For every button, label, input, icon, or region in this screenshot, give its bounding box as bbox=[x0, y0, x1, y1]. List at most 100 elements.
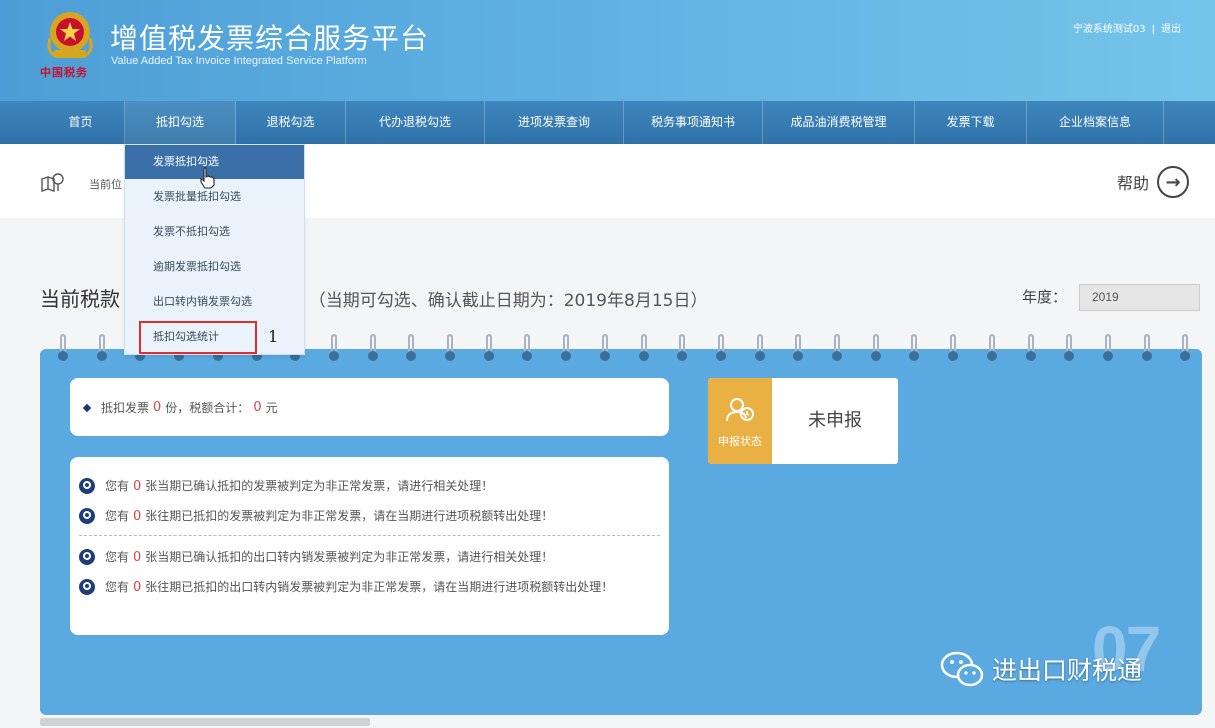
alert-row: 您有 0 张当期已确认抵扣的发票被判定为非正常发票，请进行相关处理！ bbox=[79, 477, 654, 496]
declaration-status-card: 申报状态 未申报 bbox=[708, 378, 898, 464]
main-nav: 首页 抵扣勾选 退税勾选 代办退税勾选 进项发票查询 税务事项通知书 成品油消费… bbox=[0, 101, 1215, 144]
year-label: 年度： bbox=[1022, 288, 1068, 306]
arrow-right-circle-icon: → bbox=[1157, 166, 1189, 198]
nav-home[interactable]: 首页 bbox=[37, 101, 125, 144]
username: 宁波系统测试03 bbox=[1072, 24, 1146, 35]
binder-ring bbox=[1180, 334, 1191, 362]
nav-tax-notice[interactable]: 税务事项通知书 bbox=[624, 101, 763, 144]
menu-overdue-deduction-select[interactable]: 逾期发票抵扣勾选 bbox=[125, 250, 304, 284]
user-bar: 宁波系统测试03 | 退出 bbox=[1073, 20, 1181, 35]
alert-icon bbox=[79, 579, 95, 595]
annotation-number: 1 bbox=[268, 327, 279, 346]
deduction-summary-card: 抵扣发票 0 份，税额合计： 0 元 bbox=[70, 378, 669, 436]
binder-ring bbox=[561, 334, 572, 362]
nav-agent-refund-select[interactable]: 代办退税勾选 bbox=[346, 101, 485, 144]
nav-company-profile[interactable]: 企业档案信息 bbox=[1027, 101, 1164, 144]
alert-count: 0 bbox=[133, 509, 142, 524]
app-header: 中国税务 增值税发票综合服务平台 Value Added Tax Invoice… bbox=[0, 0, 1215, 101]
alert-text: 您有 0 张往期已抵扣的发票被判定为非正常发票，请在当期进行进项税额转出处理！ bbox=[105, 507, 553, 526]
declaration-status: 未申报 bbox=[808, 410, 862, 431]
alert-text: 您有 0 张当期已确认抵扣的出口转内销发票被判定为非正常发票，请进行相关处理！ bbox=[105, 548, 553, 567]
binder-ring bbox=[638, 334, 649, 362]
summary-mid: 份，税额合计： bbox=[165, 401, 250, 415]
binder-ring bbox=[483, 334, 494, 362]
binder-ring bbox=[58, 334, 68, 362]
binder-ring bbox=[367, 334, 378, 362]
binder-ring bbox=[677, 334, 688, 362]
menu-export-to-domestic-select[interactable]: 出口转内销发票勾选 bbox=[125, 285, 304, 319]
bullet-diamond-icon bbox=[82, 403, 92, 412]
alert-icon bbox=[79, 549, 95, 565]
alert-row: 您有 0 张往期已抵扣的发票被判定为非正常发票，请在当期进行进项税额转出处理！ bbox=[79, 507, 654, 526]
watermark: 进出口财税通 bbox=[940, 650, 1142, 688]
status-badge: 申报状态 bbox=[708, 378, 772, 464]
alert-count: 0 bbox=[133, 479, 142, 494]
binder-ring bbox=[909, 334, 920, 362]
help-label: 帮助 bbox=[1116, 174, 1149, 193]
wechat-icon bbox=[940, 651, 984, 687]
location-map-icon bbox=[41, 173, 64, 192]
alert-count: 0 bbox=[133, 580, 142, 595]
binder-ring bbox=[793, 334, 804, 362]
tax-amount: 0 bbox=[253, 400, 262, 415]
status-badge-label: 申报状态 bbox=[718, 435, 762, 448]
alert-count: 0 bbox=[133, 550, 142, 565]
binder-ring bbox=[754, 334, 765, 362]
binder-ring bbox=[522, 334, 533, 362]
alert-text: 您有 0 张当期已确认抵扣的发票被判定为非正常发票，请进行相关处理！ bbox=[105, 477, 493, 496]
binder-ring bbox=[406, 334, 417, 362]
deduction-summary: 抵扣发票 0 份，税额合计： 0 元 bbox=[82, 399, 278, 416]
platform-title: 增值税发票综合服务平台 bbox=[110, 22, 430, 55]
nav-refund-select[interactable]: 退税勾选 bbox=[236, 101, 346, 144]
alert-prefix: 您有 bbox=[105, 509, 130, 523]
binder-ring bbox=[445, 334, 455, 362]
help-button[interactable]: 帮助 → bbox=[1117, 166, 1189, 198]
binder-ring bbox=[948, 334, 959, 362]
divider bbox=[79, 535, 660, 536]
brand-logo-text: 中国税务 bbox=[40, 66, 88, 79]
user-bar-separator: | bbox=[1151, 24, 1155, 35]
summary-unit: 元 bbox=[265, 401, 278, 415]
hand-cursor-icon bbox=[200, 167, 215, 189]
binder-ring bbox=[832, 334, 842, 362]
user-status-icon bbox=[726, 398, 754, 422]
alert-message: 张当期已确认抵扣的出口转内销发票被判定为非正常发票，请进行相关处理！ bbox=[145, 550, 554, 564]
nav-deduction-select[interactable]: 抵扣勾选 bbox=[125, 101, 236, 144]
alert-prefix: 您有 bbox=[105, 479, 130, 493]
annotation-highlight-box bbox=[139, 321, 257, 354]
alert-message: 张往期已抵扣的出口转内销发票被判定为非正常发票，请在当期进行进项税额转出处理！ bbox=[145, 580, 614, 594]
binder-ring bbox=[599, 334, 610, 362]
breadcrumb: 当前位 bbox=[89, 178, 122, 191]
logout-link[interactable]: 退出 bbox=[1161, 20, 1181, 35]
binder-ring bbox=[1064, 334, 1075, 362]
alert-row: 您有 0 张当期已确认抵扣的出口转内销发票被判定为非正常发票，请进行相关处理！ bbox=[79, 548, 654, 567]
binder-ring bbox=[1102, 334, 1113, 362]
nav-invoice-download[interactable]: 发票下载 bbox=[915, 101, 1027, 144]
binder-ring bbox=[1141, 334, 1152, 362]
watermark-text: 进出口财税通 bbox=[992, 656, 1143, 685]
alert-row: 您有 0 张往期已抵扣的出口转内销发票被判定为非正常发票，请在当期进行进项税额转出处… bbox=[79, 578, 654, 597]
alert-icon bbox=[79, 508, 95, 524]
horizontal-scrollbar[interactable] bbox=[40, 718, 370, 726]
summary-prefix: 抵扣发票 bbox=[101, 401, 150, 415]
alert-prefix: 您有 bbox=[105, 580, 130, 594]
period-prefix: 当前税款 bbox=[40, 287, 120, 311]
alert-message: 张当期已确认抵扣的发票被判定为非正常发票，请进行相关处理！ bbox=[145, 479, 494, 493]
alert-text: 您有 0 张往期已抵扣的出口转内销发票被判定为非正常发票，请在当期进行进项税额转出处… bbox=[105, 578, 613, 597]
alert-icon bbox=[79, 478, 95, 494]
binder-ring bbox=[96, 334, 107, 362]
nav-oil-tax-management[interactable]: 成品油消费税管理 bbox=[763, 101, 915, 144]
binder-ring bbox=[715, 334, 726, 362]
binder-ring bbox=[328, 334, 339, 362]
alert-prefix: 您有 bbox=[105, 550, 130, 564]
binder-ring bbox=[1025, 334, 1036, 362]
invoice-count: 0 bbox=[153, 400, 162, 415]
menu-non-deduction-select[interactable]: 发票不抵扣勾选 bbox=[125, 215, 304, 249]
nav-input-invoice-query[interactable]: 进项发票查询 bbox=[485, 101, 624, 144]
abnormal-invoice-alerts-card: 您有 0 张当期已确认抵扣的发票被判定为非正常发票，请进行相关处理！ 您有 0 张往期已… bbox=[70, 457, 669, 635]
platform-subtitle: Value Added Tax Invoice Integrated Servi… bbox=[111, 55, 367, 67]
period-deadline-note: （当期可勾选、确认截止日期为：2019年8月15日） bbox=[308, 291, 708, 311]
year-select[interactable]: 2019 bbox=[1079, 284, 1200, 311]
alert-message: 张往期已抵扣的发票被判定为非正常发票，请在当期进行进项税额转出处理！ bbox=[145, 509, 554, 523]
binder-ring bbox=[986, 334, 997, 362]
